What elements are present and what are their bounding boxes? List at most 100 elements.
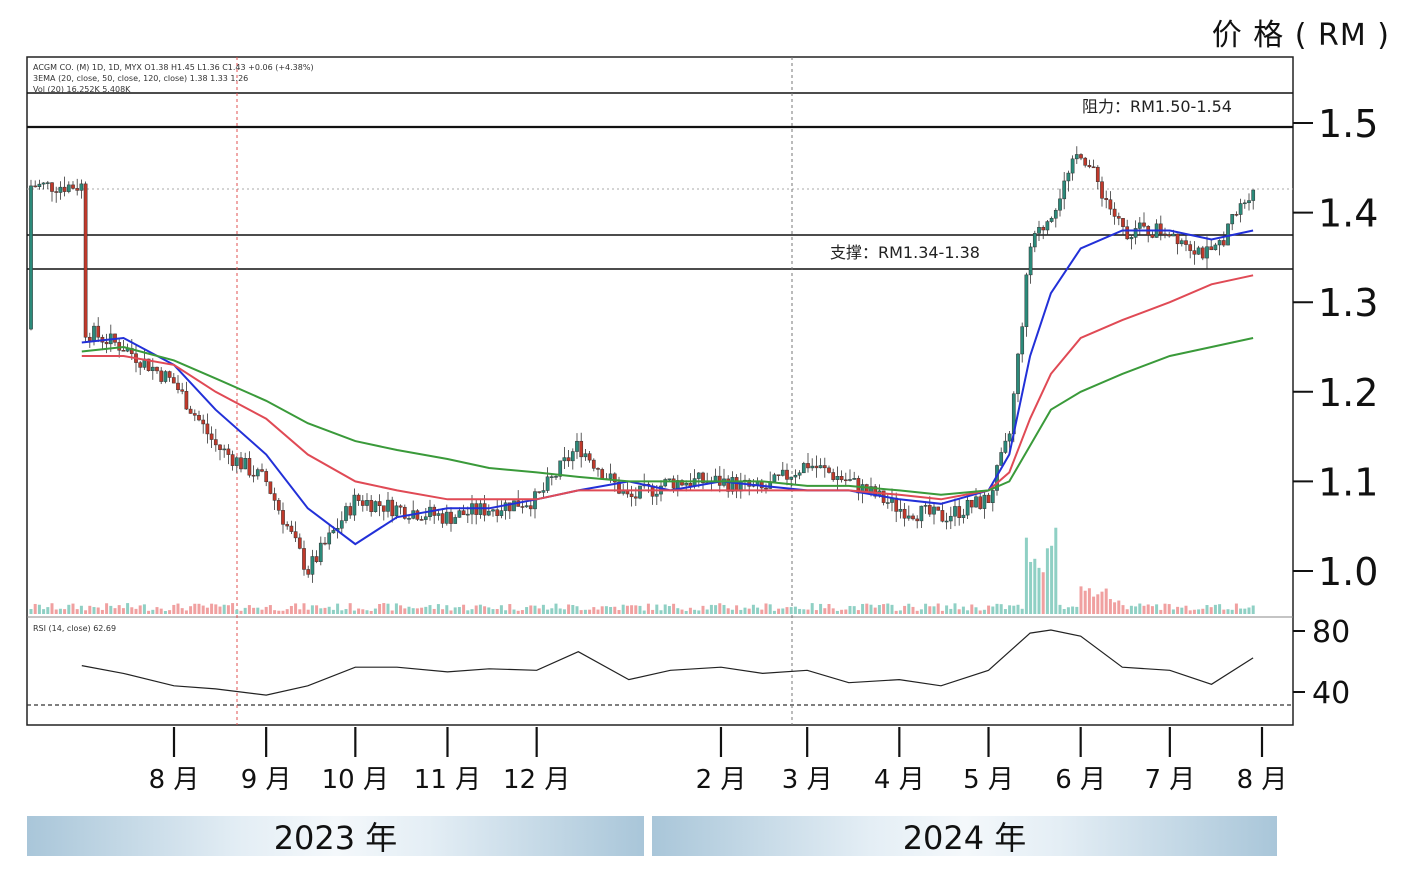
candle-body [83, 183, 88, 338]
volume-bar [861, 603, 865, 614]
volume-bar [474, 605, 478, 614]
volume-bar [533, 605, 537, 614]
volume-bar [84, 610, 88, 614]
candle-body [734, 477, 739, 492]
volume-bar [735, 605, 739, 614]
volume-bar [814, 610, 818, 614]
volume-bar [1117, 600, 1121, 614]
volume-bar [583, 609, 587, 614]
volume-bar [1087, 588, 1091, 614]
volume-bar [1050, 545, 1054, 614]
volume-bar [462, 604, 466, 614]
volume-bar [1243, 608, 1247, 614]
volume-bar [1029, 561, 1033, 614]
candle-body [230, 454, 235, 466]
candle-body [184, 391, 189, 410]
volume-bar [201, 605, 205, 614]
candle-body [268, 481, 273, 494]
volume-bar [777, 608, 781, 614]
volume-bar [1205, 605, 1209, 614]
volume-bar [768, 604, 772, 614]
candle-body [1150, 234, 1155, 238]
volume-bar [764, 603, 768, 614]
candle-body [982, 494, 987, 509]
candle-body [554, 476, 558, 478]
candle-body [171, 377, 176, 384]
volume-bar [495, 609, 499, 614]
volume-bar [882, 604, 886, 614]
volume-bar [751, 604, 755, 614]
volume-bar [730, 609, 734, 614]
candle-body [41, 182, 46, 185]
candle-body [1200, 247, 1205, 259]
candle-body [45, 182, 50, 184]
candle-body [495, 509, 500, 516]
candle-body [1049, 217, 1054, 222]
volume-bar [966, 610, 970, 614]
volume-bar [268, 605, 272, 614]
volume-bar [1071, 606, 1075, 614]
volume-bar [415, 608, 419, 614]
candle-body [1091, 166, 1096, 169]
candle-body [272, 493, 277, 501]
volume-bar [625, 605, 629, 614]
candle-body [419, 519, 424, 521]
candle-body [822, 465, 827, 469]
volume-bar [516, 610, 520, 614]
volume-bar [1171, 609, 1175, 614]
volume-bar [218, 606, 222, 614]
volume-bar [96, 607, 100, 614]
volume-bar [903, 605, 907, 614]
candle-body [1217, 240, 1222, 246]
volume-bar [1222, 609, 1226, 614]
volume-bar [600, 606, 604, 614]
candle-body [852, 478, 857, 480]
volume-bar [999, 604, 1003, 614]
candle-body [986, 494, 991, 503]
candle-body [218, 444, 222, 450]
candle-body [1221, 240, 1226, 246]
candle-body [1230, 214, 1235, 225]
volume-bar [1113, 602, 1117, 614]
volume-bar [369, 610, 373, 614]
candle-body [222, 448, 227, 451]
volume-bar [306, 609, 310, 614]
candle-body [1116, 216, 1121, 219]
volume-bar [373, 608, 377, 614]
candle-body [772, 474, 777, 482]
volume-bar [1239, 608, 1243, 614]
candle-body [633, 496, 638, 499]
candle-body [201, 419, 206, 425]
volume-bar [205, 607, 209, 614]
candle-body [251, 474, 256, 477]
volume-bar [835, 610, 839, 614]
candle-body [608, 473, 613, 479]
volume-bar [739, 609, 743, 614]
candle-body [138, 362, 143, 368]
candle-body [54, 191, 59, 193]
volume-bar [168, 610, 172, 614]
volume-bar [142, 604, 146, 614]
volume-bar [176, 603, 180, 614]
candle-body [927, 505, 932, 515]
volume-bar [151, 609, 155, 614]
volume-bar [621, 604, 625, 614]
candle-body [1024, 274, 1029, 327]
volume-bar [1138, 603, 1142, 614]
candle-body [919, 505, 924, 522]
volume-bar [798, 608, 802, 614]
volume-bar [865, 603, 869, 614]
candle-body [906, 515, 911, 519]
volume-bar [520, 610, 524, 614]
volume-bar [642, 610, 646, 614]
candle-body [1167, 234, 1172, 237]
x-tick-label: 2 月 [696, 765, 747, 795]
volume-bar [655, 604, 659, 614]
y-tick-label: 1.4 [1318, 192, 1378, 236]
volume-bar [1184, 605, 1188, 614]
volume-bar [567, 604, 571, 614]
volume-bar [344, 609, 348, 614]
candle-body [1179, 240, 1184, 245]
volume-bar [1041, 572, 1045, 614]
volume-bar [126, 603, 130, 614]
